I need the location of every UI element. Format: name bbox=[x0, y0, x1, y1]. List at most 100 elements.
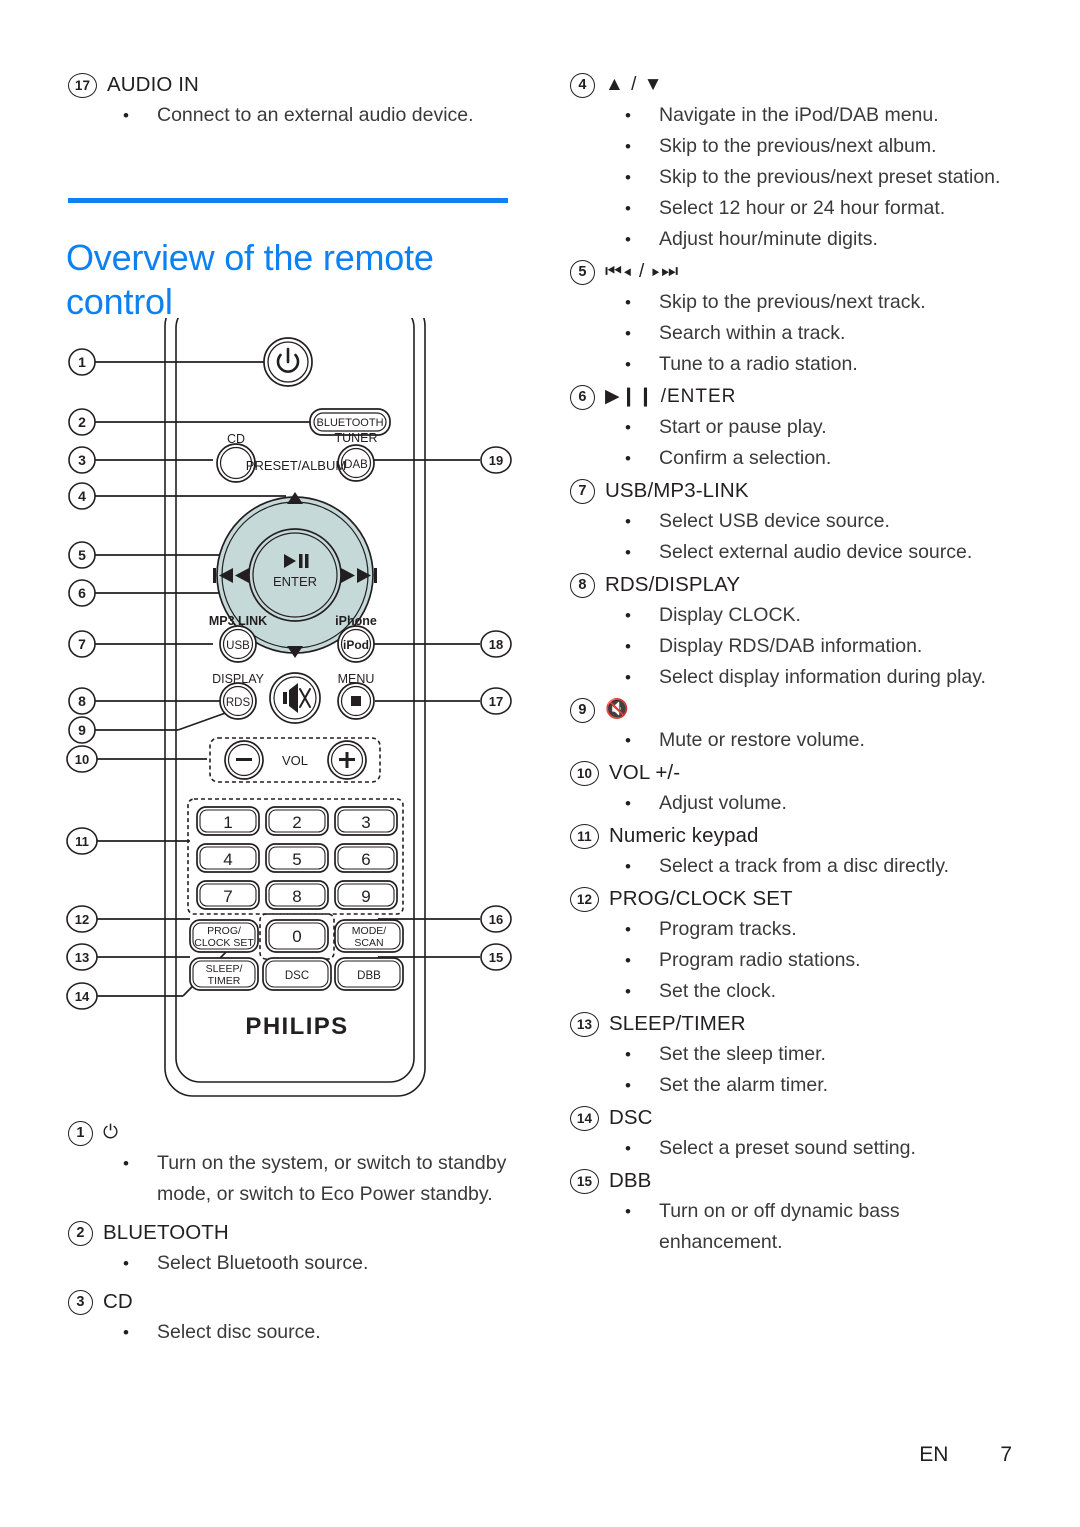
manual-page: 17 AUDIO IN Connect to an external audio… bbox=[0, 0, 1080, 1527]
svg-text:4: 4 bbox=[223, 850, 232, 869]
entry-sleep-timer: 13 SLEEP/TIMER Set the sleep timer.Set the… bbox=[570, 1009, 1022, 1101]
remote-control-diagram: 1 2 3 4 5 6 7 8 9 10 11 12 13 14 19 18 1… bbox=[60, 318, 530, 1108]
callout-number: 8 bbox=[570, 573, 595, 598]
entry-power: 1 ⏻ Turn on the system, or switch to sta… bbox=[68, 1118, 520, 1210]
callout-4: 4 bbox=[68, 482, 96, 510]
mode-scan-button: MODE/ SCAN bbox=[334, 919, 404, 953]
entry-glyph-icon: ▶❙❙ /ENTER bbox=[605, 386, 737, 407]
key-8: 8 bbox=[265, 880, 329, 910]
svg-text:18: 18 bbox=[489, 637, 503, 652]
svg-text:ENTER: ENTER bbox=[273, 574, 317, 589]
svg-text:USB: USB bbox=[226, 640, 250, 652]
svg-text:3: 3 bbox=[78, 452, 86, 468]
entry-bullets: Select a track from a disc directly. bbox=[617, 851, 1022, 882]
svg-text:13: 13 bbox=[75, 950, 89, 965]
entry-bullets: Adjust volume. bbox=[617, 788, 1022, 819]
callout-number: 9 bbox=[570, 698, 595, 723]
callout-number: 17 bbox=[68, 73, 97, 98]
list-item: Set the clock. bbox=[617, 976, 1022, 1007]
svg-text:VOL: VOL bbox=[282, 753, 308, 768]
entry-dbb: 15 DBB Turn on or off dynamic bass enhance… bbox=[570, 1166, 1022, 1258]
entry-bullets: Select Bluetooth source. bbox=[115, 1248, 520, 1279]
svg-text:BLUETOOTH: BLUETOOTH bbox=[316, 417, 383, 429]
list-item: Select disc source. bbox=[115, 1317, 520, 1348]
key-6: 6 bbox=[334, 843, 398, 873]
list-item: Display RDS/DAB information. bbox=[617, 631, 1022, 662]
list-item: Navigate in the iPod/DAB menu. bbox=[617, 100, 1022, 131]
rds-button: DISPLAY RDS bbox=[212, 672, 265, 720]
svg-text:CLOCK SET: CLOCK SET bbox=[194, 937, 254, 949]
entry-label: PROG/CLOCK SET bbox=[609, 887, 793, 910]
entry-cd: 3 CD Select disc source. bbox=[68, 1287, 520, 1348]
page-number: 7 bbox=[1000, 1443, 1012, 1466]
svg-text:10: 10 bbox=[75, 752, 89, 767]
volume-up-button bbox=[327, 740, 367, 780]
list-item: Select Bluetooth source. bbox=[115, 1248, 520, 1279]
list-item: Select display information during play. bbox=[617, 662, 1022, 693]
entry-bluetooth: 2 BLUETOOTH Select Bluetooth source. bbox=[68, 1218, 520, 1279]
callout-1: 1 bbox=[68, 348, 96, 376]
callout-number: 6 bbox=[570, 385, 595, 410]
callout-8: 8 bbox=[68, 687, 96, 715]
entry-label: USB/MP3-LINK bbox=[605, 479, 749, 502]
entry-vol: 10 VOL +/- Adjust volume. bbox=[570, 758, 1022, 819]
svg-text:DAB: DAB bbox=[344, 459, 368, 471]
callout-17: 17 bbox=[480, 687, 512, 715]
key-2: 2 bbox=[265, 806, 329, 836]
entry-header: 9 🔇 bbox=[570, 695, 1022, 725]
callout-19: 19 bbox=[480, 446, 512, 474]
entry-glyph-icon: ▲ / ▼ bbox=[605, 74, 664, 95]
entry-label: Numeric keypad bbox=[609, 824, 759, 847]
callout-18: 18 bbox=[480, 630, 512, 658]
entry-header: 1 ⏻ bbox=[68, 1118, 520, 1148]
svg-text:5: 5 bbox=[78, 547, 86, 563]
callout-number: 2 bbox=[68, 1221, 93, 1246]
callout-number: 15 bbox=[570, 1169, 599, 1194]
entry-header: 17 AUDIO IN bbox=[68, 70, 520, 100]
entry-header: 12 PROG/CLOCK SET bbox=[570, 884, 1022, 914]
entry-bullets: Navigate in the iPod/DAB menu.Skip to th… bbox=[617, 100, 1022, 255]
power-icon: ⏻ bbox=[103, 1122, 120, 1143]
callout-number: 7 bbox=[570, 479, 595, 504]
svg-text:DSC: DSC bbox=[285, 970, 309, 982]
svg-text:19: 19 bbox=[489, 453, 503, 468]
power-button bbox=[263, 337, 313, 387]
entry-header: 4 ▲ / ▼ bbox=[570, 70, 1022, 100]
entry-label: AUDIO IN bbox=[107, 73, 199, 96]
list-item: Search within a track. bbox=[617, 318, 1022, 349]
callout-number: 14 bbox=[570, 1106, 599, 1131]
right-column: 4▲ / ▼Navigate in the iPod/DAB menu.Skip… bbox=[570, 70, 1022, 1260]
list-item: Select USB device source. bbox=[617, 506, 1022, 537]
svg-text:PRESET/ALBUM: PRESET/ALBUM bbox=[246, 458, 346, 473]
sleep-timer-button: SLEEP/ TIMER bbox=[189, 957, 259, 991]
key-0: 0 bbox=[265, 919, 329, 953]
svg-text:7: 7 bbox=[223, 887, 232, 906]
svg-text:MODE/: MODE/ bbox=[352, 925, 387, 937]
entry-header: 5 ⏮◂ / ▸⏭ bbox=[570, 257, 1022, 287]
ipod-button: iPhone iPod bbox=[335, 614, 377, 663]
svg-text:14: 14 bbox=[75, 989, 90, 1004]
svg-text:9: 9 bbox=[361, 887, 370, 906]
entry-: 9🔇Mute or restore volume. bbox=[570, 695, 1022, 756]
cd-button: CD bbox=[216, 432, 256, 483]
callout-6: 6 bbox=[68, 579, 96, 607]
entry-glyph-icon: 🔇 bbox=[605, 699, 630, 720]
svg-text:6: 6 bbox=[78, 585, 86, 601]
entry-bullets: Select disc source. bbox=[115, 1317, 520, 1348]
callout-9: 9 bbox=[68, 716, 96, 744]
entry-dsc: 14 DSC Select a preset sound setting. bbox=[570, 1103, 1022, 1164]
callout-5: 5 bbox=[68, 541, 96, 569]
entry-usb-mp3-link: 7 USB/MP3-LINK Select USB device source.Se… bbox=[570, 476, 1022, 568]
svg-text:RDS: RDS bbox=[226, 697, 251, 709]
volume-group: VOL bbox=[209, 737, 381, 783]
svg-text:9: 9 bbox=[78, 722, 86, 738]
callout-14: 14 bbox=[66, 982, 98, 1010]
callout-number: 11 bbox=[570, 824, 599, 849]
entry-rds-display: 8 RDS/DISPLAY Display CLOCK.Display RDS/DA… bbox=[570, 570, 1022, 693]
entry-header: 13 SLEEP/TIMER bbox=[570, 1009, 1022, 1039]
entry-header: 6 ▶❙❙ /ENTER bbox=[570, 382, 1022, 412]
callout-13: 13 bbox=[66, 943, 98, 971]
list-item: Skip to the previous/next album. bbox=[617, 131, 1022, 162]
key-4: 4 bbox=[196, 843, 260, 873]
list-item: Mute or restore volume. bbox=[617, 725, 1022, 756]
